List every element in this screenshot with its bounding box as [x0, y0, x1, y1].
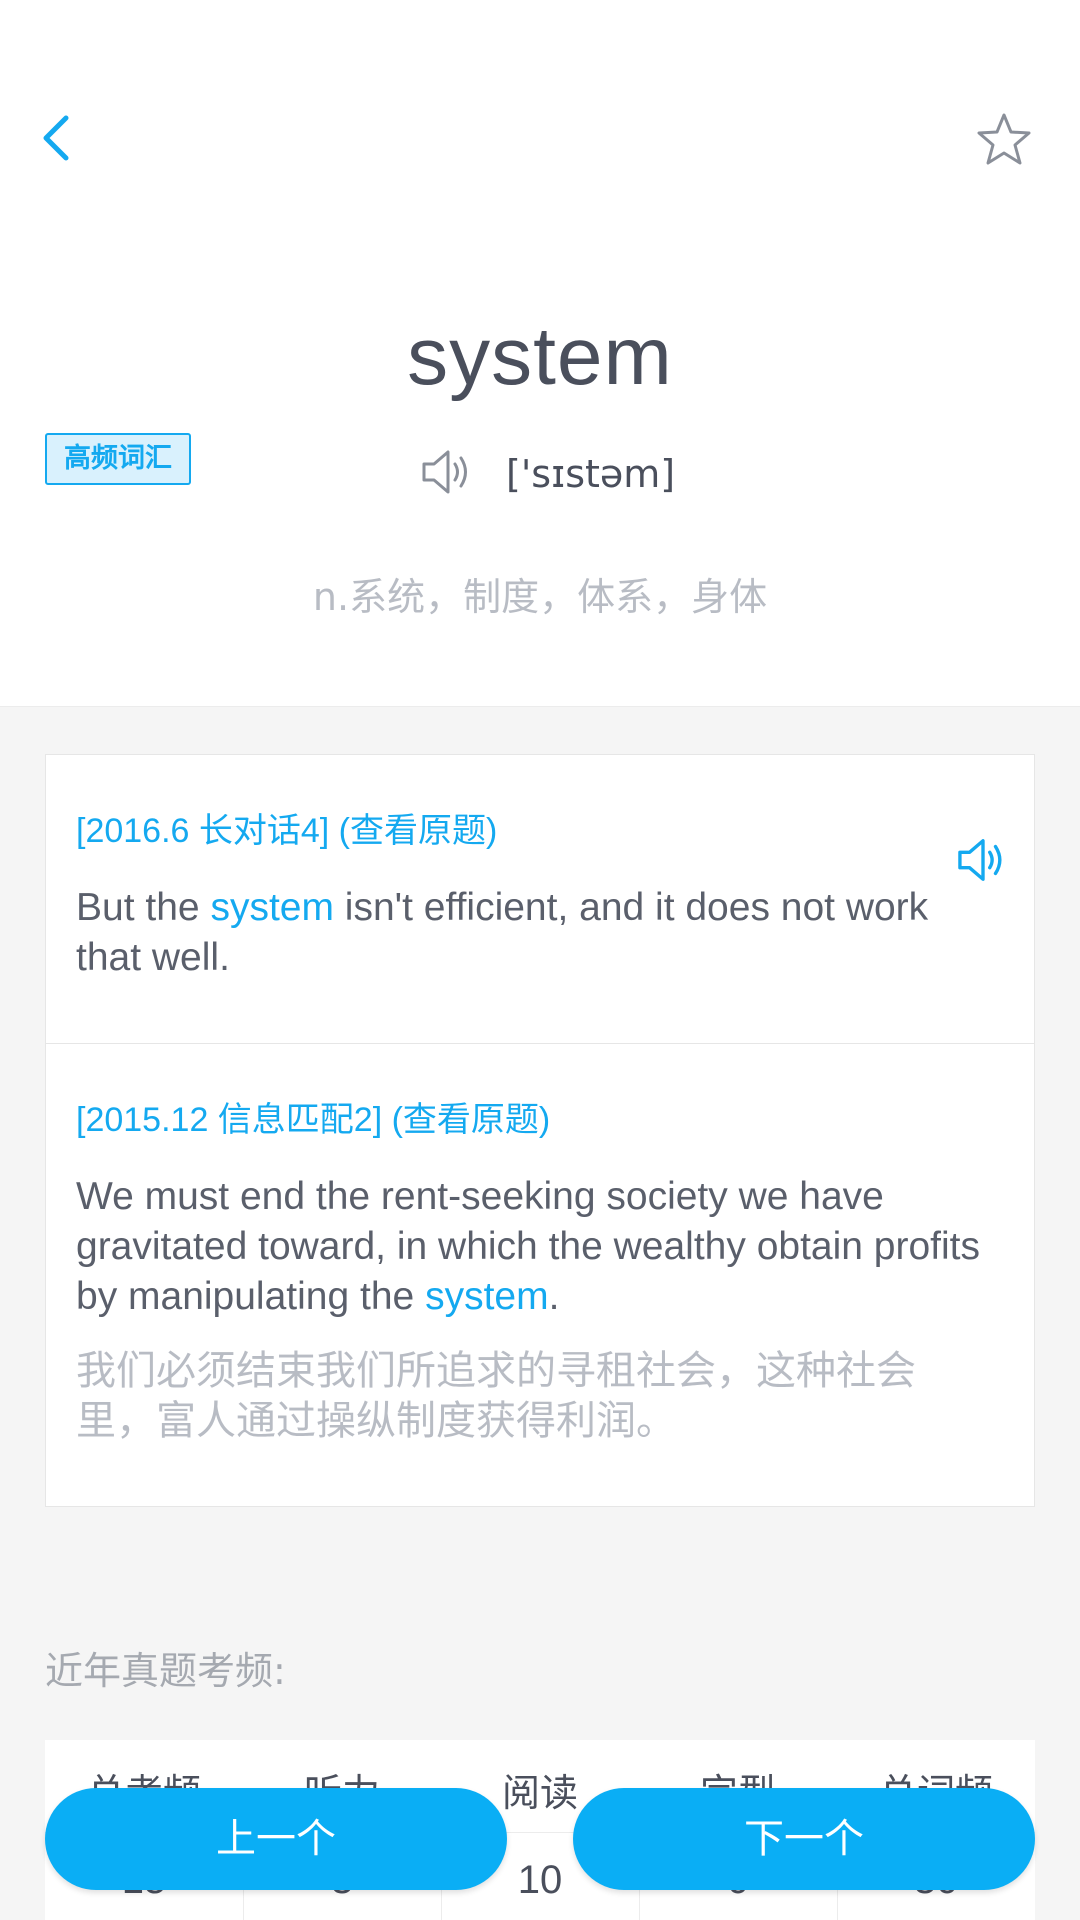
- speaker-icon: [958, 839, 1002, 881]
- pronounce-button[interactable]: [420, 446, 476, 498]
- word-meaning: n.系统，制度，体系，身体: [312, 575, 768, 619]
- chevron-left-icon: [43, 115, 69, 161]
- high-frequency-badge: 高频词汇: [45, 433, 191, 485]
- favorite-button[interactable]: [974, 110, 1034, 170]
- example-card: [2016.6 长对话4] (查看原题) But the system isn'…: [45, 754, 1035, 1044]
- frequency-title: 近年真题考频:: [45, 1649, 286, 1693]
- example-source-link[interactable]: [2015.12 信息匹配2] (查看原题): [76, 1092, 550, 1141]
- star-outline-icon: [977, 113, 1031, 165]
- highlighted-word: system: [425, 1275, 549, 1318]
- speaker-icon: [422, 450, 467, 494]
- example-sentence: But the system isn't efficient, and it d…: [76, 886, 929, 979]
- next-button[interactable]: 下一个: [573, 1788, 1035, 1890]
- previous-button[interactable]: 上一个: [45, 1788, 507, 1890]
- example-sentence: We must end the rent-seeking society we …: [76, 1175, 980, 1318]
- back-button[interactable]: [32, 108, 82, 168]
- word-title: system: [407, 311, 673, 402]
- example-audio-button[interactable]: [956, 835, 1010, 885]
- word-header-panel: system 高频词汇 ['sɪstəm] n.系统，制度，体系，身体: [0, 0, 1080, 707]
- example-card: [2015.12 信息匹配2] (查看原题) We must end the r…: [45, 1043, 1035, 1507]
- highlighted-word: system: [210, 886, 334, 929]
- phonetic: ['sɪstəm]: [506, 452, 676, 496]
- example-source-link[interactable]: [2016.6 长对话4] (查看原题): [76, 803, 497, 852]
- example-translation: 我们必须结束我们所追求的寻租社会，这种社会里，富人通过操纵制度获得利润。: [76, 1348, 916, 1444]
